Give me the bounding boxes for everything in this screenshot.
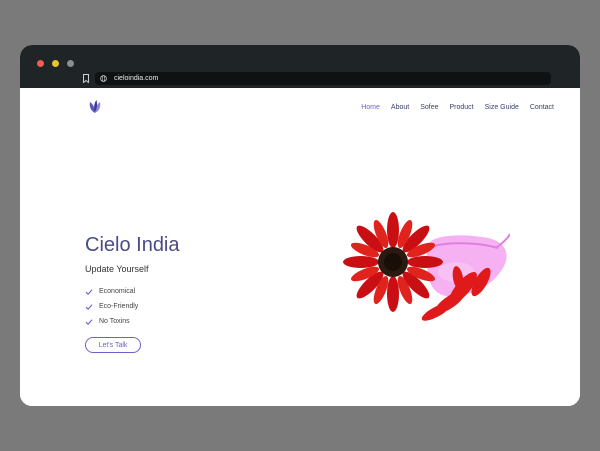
maximize-window-button[interactable] bbox=[67, 60, 74, 67]
main-navigation: Home About Sofee Product Size Guide Cont… bbox=[350, 104, 554, 111]
red-flower-shape bbox=[343, 212, 443, 312]
nav-contact[interactable]: Contact bbox=[530, 104, 554, 111]
feature-label: Economical bbox=[99, 288, 136, 295]
browser-chrome: cieloindia.com bbox=[20, 45, 580, 88]
lotus-logo-icon[interactable] bbox=[87, 99, 103, 114]
web-page: Home About Sofee Product Size Guide Cont… bbox=[20, 88, 580, 406]
feature-label: No Toxins bbox=[99, 318, 130, 325]
flower-and-menstrual-cup-image bbox=[343, 212, 510, 321]
nav-size-guide[interactable]: Size Guide bbox=[485, 104, 519, 111]
feature-label: Eco-Friendly bbox=[99, 303, 139, 310]
check-icon bbox=[85, 303, 93, 310]
hero-subtitle: Update Yourself bbox=[85, 264, 149, 274]
globe-icon bbox=[100, 75, 107, 82]
feature-item: Economical bbox=[85, 284, 138, 299]
nav-product[interactable]: Product bbox=[450, 104, 474, 111]
lets-talk-button[interactable]: Let's Talk bbox=[85, 337, 141, 353]
feature-item: No Toxins bbox=[85, 314, 138, 329]
hero-title: Cielo India bbox=[85, 234, 180, 256]
feature-item: Eco-Friendly bbox=[85, 299, 138, 314]
check-icon bbox=[85, 318, 93, 325]
check-icon bbox=[85, 288, 93, 295]
feature-list: Economical Eco-Friendly No Toxins bbox=[85, 284, 138, 329]
minimize-window-button[interactable] bbox=[52, 60, 59, 67]
browser-window: cieloindia.com Home About Sofee Product … bbox=[20, 45, 580, 406]
url-text: cieloindia.com bbox=[114, 75, 159, 82]
nav-sofee[interactable]: Sofee bbox=[420, 104, 438, 111]
nav-about[interactable]: About bbox=[391, 104, 409, 111]
address-bar[interactable]: cieloindia.com bbox=[95, 72, 551, 85]
nav-home[interactable]: Home bbox=[361, 104, 380, 111]
bookmark-icon[interactable] bbox=[82, 74, 90, 83]
close-window-button[interactable] bbox=[37, 60, 44, 67]
